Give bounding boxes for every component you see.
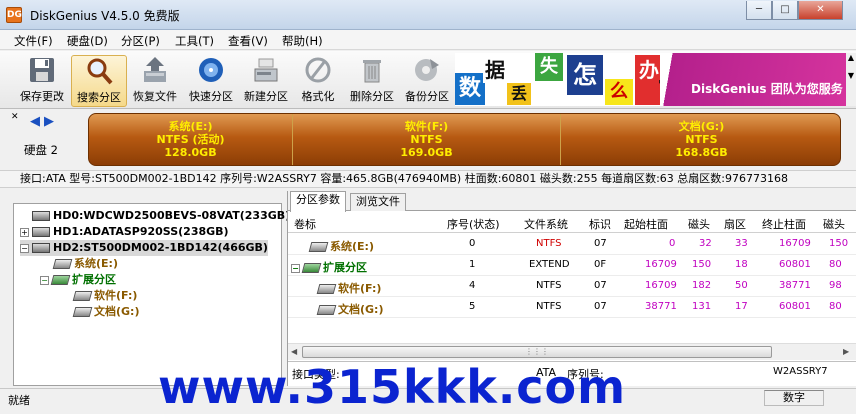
partition-icon — [72, 291, 93, 301]
recover-icon — [140, 55, 170, 85]
partition-block-e[interactable]: 系统(E:) NTFS (活动) 128.0GB — [89, 114, 293, 165]
banner-scroll[interactable]: ▲ ▼ — [846, 53, 856, 106]
disk-info-line: 接口:ATA 型号:ST500DM002-1BD142 序列号:W2ASSRY7… — [0, 170, 856, 188]
delete-icon — [357, 55, 387, 85]
app-icon: DG — [6, 7, 22, 23]
quick-partition-icon — [196, 55, 226, 85]
prev-disk-icon[interactable]: ◀ — [30, 114, 40, 129]
disk-label: 硬盘 2 — [24, 143, 58, 157]
partition-panel: 分区参数 浏览文件 卷标 序号(状态) 文件系统 标识 起始柱面 磁头 扇区 终… — [287, 191, 856, 386]
partition-icon — [52, 259, 73, 269]
partition-icon — [72, 307, 93, 317]
close-button[interactable]: ✕ — [798, 1, 843, 20]
tab-partition-params[interactable]: 分区参数 — [290, 191, 346, 212]
save-icon — [27, 55, 57, 85]
format-icon — [303, 55, 333, 85]
status-text: 就绪 — [8, 394, 30, 407]
tree-item-hd0[interactable]: HD0:WDCWD2500BEVS-08VAT(233GB) — [20, 208, 290, 224]
hdd-icon — [32, 227, 50, 237]
tree-item-software-f[interactable]: 软件(F:) — [72, 288, 137, 304]
search-icon — [84, 56, 114, 86]
partition-icon — [316, 284, 337, 294]
menu-view[interactable]: 查看(V) — [228, 33, 268, 49]
scroll-left-icon[interactable]: ◀ — [291, 347, 297, 356]
tree-item-hd2[interactable]: − HD2:ST500DM002-1BD142(466GB) — [20, 240, 268, 256]
new-partition-icon — [251, 55, 281, 85]
table-header: 卷标 序号(状态) 文件系统 标识 起始柱面 磁头 扇区 终止柱面 磁头 — [288, 213, 856, 233]
window-title: DiskGenius V4.5.0 免费版 — [30, 9, 180, 23]
tree-item-extended[interactable]: − 扩展分区 — [40, 272, 116, 288]
menu-tools[interactable]: 工具(T) — [175, 33, 214, 49]
menu-bar: 文件(F) 硬盘(D) 分区(P) 工具(T) 查看(V) 帮助(H) — [0, 30, 856, 50]
next-disk-icon[interactable]: ▶ — [44, 114, 54, 129]
search-partition-button[interactable]: 搜索分区 — [71, 55, 127, 107]
recover-files-button[interactable]: 恢复文件 — [127, 55, 183, 107]
menu-partition[interactable]: 分区(P) — [121, 33, 160, 49]
menu-help[interactable]: 帮助(H) — [282, 33, 323, 49]
table-row[interactable]: 文档(G:) 5 NTFS 07 38771 131 17 60801 80 — [288, 298, 856, 318]
banner-text: DiskGenius 团队为您服务 — [691, 82, 843, 96]
scroll-right-icon[interactable]: ▶ — [843, 347, 849, 356]
extended-partition-icon — [301, 263, 322, 273]
quick-partition-button[interactable]: 快速分区 — [183, 55, 239, 107]
partition-block-g[interactable]: 文档(G:) NTFS 168.8GB — [561, 114, 840, 165]
save-changes-button[interactable]: 保存更改 — [14, 55, 70, 107]
hdd-icon — [32, 211, 50, 221]
close-panel-icon[interactable]: ✕ — [11, 112, 19, 122]
backup-partition-button[interactable]: 备份分区 — [399, 55, 455, 107]
backup-icon — [412, 55, 442, 85]
tab-browse-files[interactable]: 浏览文件 — [350, 193, 406, 211]
format-button[interactable]: 格式化 — [290, 55, 346, 107]
horizontal-scrollbar[interactable]: ◀ ⋮⋮⋮ ▶ — [288, 343, 856, 360]
hdd-icon — [32, 243, 50, 253]
tab-bar: 分区参数 浏览文件 — [288, 191, 856, 212]
delete-partition-button[interactable]: 删除分区 — [344, 55, 400, 107]
status-mode: 数字 — [764, 390, 824, 406]
tree-item-hd1[interactable]: + HD1:ADATASP920SS(238GB) — [20, 224, 229, 240]
collapse-icon[interactable]: − — [291, 263, 300, 273]
partition-icon — [316, 305, 337, 315]
extended-partition-icon — [50, 275, 71, 285]
tree-item-system-e[interactable]: 系统(E:) — [52, 256, 118, 272]
minimize-button[interactable]: ─ — [746, 1, 772, 20]
watermark: www.315kkk.com — [158, 360, 627, 414]
ad-banner[interactable]: 数 据 丢 失 怎 么 办 ? DiskGenius 团队为您服务 — [455, 53, 846, 106]
partition-icon — [308, 242, 329, 252]
new-partition-button[interactable]: 新建分区 — [238, 55, 294, 107]
tree-item-docs-g[interactable]: 文档(G:) — [72, 304, 139, 320]
menu-disk[interactable]: 硬盘(D) — [67, 33, 108, 49]
maximize-button[interactable]: □ — [772, 1, 798, 20]
table-row[interactable]: 软件(F:) 4 NTFS 07 16709 182 50 38771 98 — [288, 277, 856, 297]
disk-bar: 系统(E:) NTFS (活动) 128.0GB 软件(F:) NTFS 169… — [88, 113, 841, 166]
disk-tree: HD0:WDCWD2500BEVS-08VAT(233GB) + HD1:ADAT… — [13, 203, 290, 386]
collapse-icon[interactable]: − — [40, 275, 49, 285]
partition-block-f[interactable]: 软件(F:) NTFS 169.0GB — [293, 114, 561, 165]
expand-icon[interactable]: + — [20, 227, 29, 237]
title-bar: DG DiskGenius V4.5.0 免费版 ─ □ ✕ — [0, 0, 856, 30]
table-row[interactable]: 系统(E:) 0 NTFS 07 0 32 33 16709 150 — [288, 235, 856, 255]
menu-file[interactable]: 文件(F) — [14, 33, 53, 49]
scroll-thumb[interactable]: ⋮⋮⋮ — [302, 346, 772, 358]
collapse-icon[interactable]: − — [20, 243, 29, 253]
table-row[interactable]: − 扩展分区 1 EXTEND 0F 16709 150 18 60801 80 — [288, 256, 856, 276]
disk-map-panel: ✕ ◀ ▶ 硬盘 2 系统(E:) NTFS (活动) 128.0GB 软件(F… — [0, 110, 856, 170]
